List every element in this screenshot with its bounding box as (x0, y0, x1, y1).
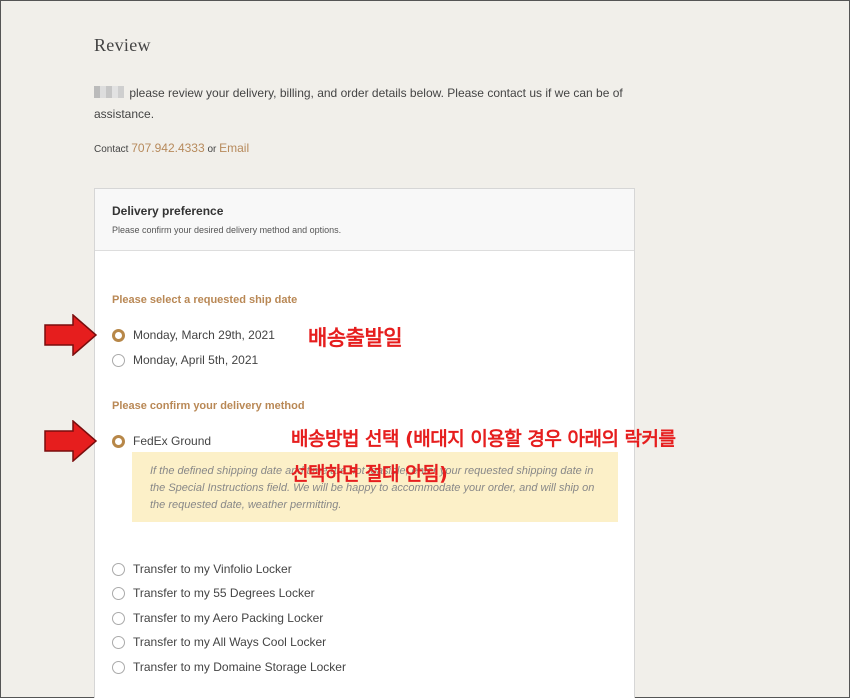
intro-message: please review your delivery, billing, an… (94, 86, 623, 121)
phone-link[interactable]: 707.942.4333 (131, 141, 204, 155)
radio-unchecked-icon[interactable] (112, 635, 125, 649)
locker-option-label: Transfer to my Aero Packing Locker (133, 611, 324, 625)
radio-unchecked-icon[interactable] (112, 353, 125, 367)
intro-text: please review your delivery, billing, an… (94, 83, 639, 125)
card-title: Delivery preference (112, 204, 224, 218)
locker-option-all-ways-cool[interactable]: Transfer to my All Ways Cool Locker (112, 635, 326, 649)
ship-date-option-label: Monday, March 29th, 2021 (133, 328, 275, 342)
ship-date-label: Please select a requested ship date (112, 294, 298, 306)
annotation-ship-date: 배송출발일 (308, 326, 403, 350)
contact-label: Contact (94, 144, 129, 155)
blurred-customer-name (94, 86, 124, 98)
locker-option-label: Transfer to my Vinfolio Locker (133, 562, 292, 576)
radio-checked-icon[interactable] (112, 328, 125, 342)
ship-date-option-1[interactable]: Monday, March 29th, 2021 (112, 328, 275, 342)
red-arrow-icon (44, 420, 98, 462)
red-arrow-icon (44, 314, 98, 356)
card-header: Delivery preference Please confirm your … (95, 189, 634, 251)
locker-option-label: Transfer to my All Ways Cool Locker (133, 635, 327, 649)
locker-option-aero-packing[interactable]: Transfer to my Aero Packing Locker (112, 611, 323, 625)
locker-option-label: Transfer to my 55 Degrees Locker (133, 586, 315, 600)
contact-line: Contact 707.942.4333 or Email (94, 141, 249, 155)
locker-option-vinfolio[interactable]: Transfer to my Vinfolio Locker (112, 562, 292, 576)
locker-option-55-degrees[interactable]: Transfer to my 55 Degrees Locker (112, 586, 315, 600)
annotation-method-line1: 배송방법 선택 (배대지 이용할 경우 아래의 락커를 (291, 428, 676, 450)
fedex-ground-option[interactable]: FedEx Ground (112, 434, 211, 448)
radio-unchecked-icon[interactable] (112, 586, 125, 600)
annotation-method-line2: 선택하면 절대 안됨) (291, 463, 448, 485)
radio-unchecked-icon[interactable] (112, 562, 125, 576)
ship-date-option-2[interactable]: Monday, April 5th, 2021 (112, 353, 258, 367)
email-link[interactable]: Email (219, 141, 249, 155)
radio-unchecked-icon[interactable] (112, 611, 125, 625)
locker-option-label: Transfer to my Domaine Storage Locker (133, 660, 346, 674)
radio-checked-icon[interactable] (112, 434, 125, 448)
card-subtitle: Please confirm your desired delivery met… (112, 225, 342, 235)
locker-option-domaine-storage[interactable]: Transfer to my Domaine Storage Locker (112, 660, 346, 674)
or-text: or (207, 144, 217, 155)
ship-date-option-label: Monday, April 5th, 2021 (133, 353, 259, 367)
delivery-method-label: Please confirm your delivery method (112, 400, 305, 412)
radio-unchecked-icon[interactable] (112, 660, 125, 674)
fedex-ground-label: FedEx Ground (133, 434, 212, 448)
page-title: Review (94, 35, 151, 55)
